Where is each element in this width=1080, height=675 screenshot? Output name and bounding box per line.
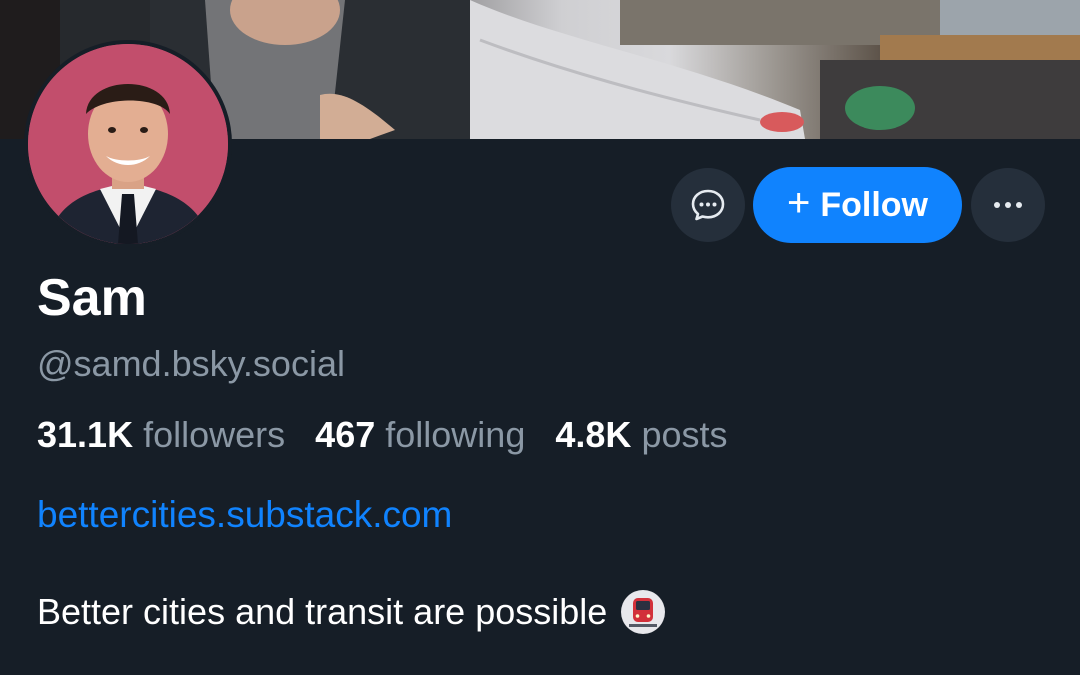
message-button[interactable]: [671, 168, 745, 242]
profile-stats: 31.1K followers 467 following 4.8K posts: [37, 414, 747, 456]
following-label: following: [385, 414, 526, 455]
plus-icon: +: [786, 181, 811, 225]
metro-emoji-icon: [621, 590, 666, 634]
following-count: 467: [315, 414, 376, 455]
posts-stat: 4.8K posts: [555, 414, 727, 455]
followers-stat[interactable]: 31.1K followers: [37, 414, 285, 455]
follow-label: Follow: [820, 185, 928, 224]
display-name: Sam: [37, 269, 147, 327]
website-link[interactable]: bettercities.substack.com: [37, 494, 452, 536]
posts-count: 4.8K: [555, 414, 632, 455]
followers-label: followers: [143, 414, 286, 455]
avatar-photo: [28, 44, 228, 244]
followers-count: 31.1K: [37, 414, 134, 455]
avatar[interactable]: [24, 40, 232, 248]
posts-label: posts: [641, 414, 728, 455]
chat-bubble-icon: [691, 189, 725, 221]
follow-button[interactable]: + Follow: [753, 167, 962, 243]
handle[interactable]: @samd.bsky.social: [37, 343, 345, 385]
bio: Better cities and transit are possible: [37, 590, 666, 634]
following-stat[interactable]: 467 following: [315, 414, 525, 455]
bio-text: Better cities and transit are possible: [37, 591, 608, 632]
ellipsis-icon: [994, 202, 1022, 208]
more-options-button[interactable]: [971, 168, 1045, 242]
